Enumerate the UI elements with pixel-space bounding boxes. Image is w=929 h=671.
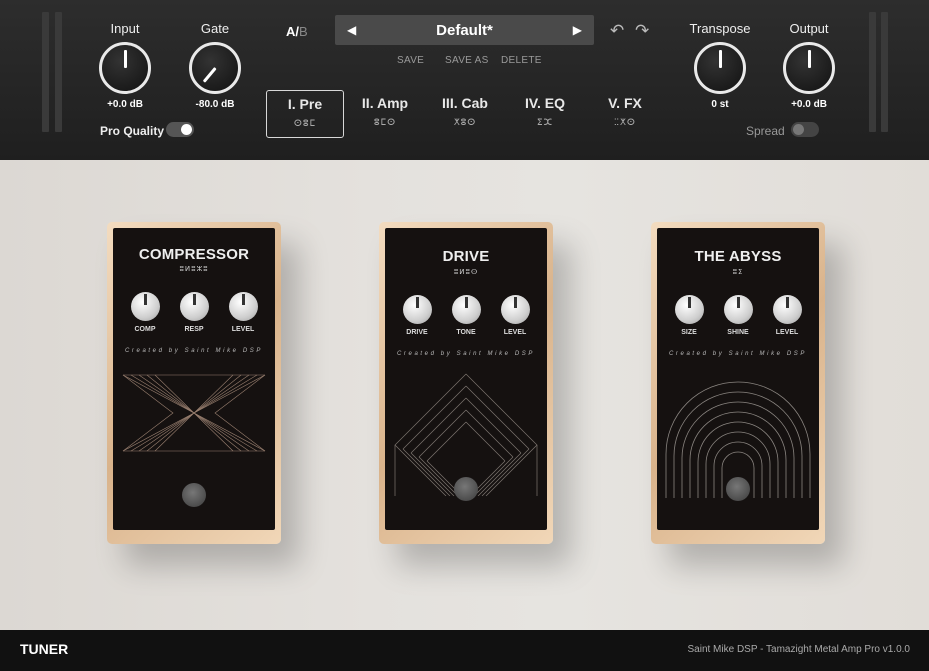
size-knob[interactable]: SIZE [669,295,709,336]
toggle-knob-icon [181,124,192,135]
knob-label: TONE [456,329,476,336]
tab-fx-sub: ⵆⵅⵙ [614,117,636,127]
knob-label: LEVEL [231,326,255,333]
pedal-credit: Created by Saint Mike DSP [668,351,808,357]
spread-label: Spread [746,124,785,138]
undo-icon[interactable]: ↶ [610,21,624,41]
pro-quality-label: Pro Quality [100,124,165,138]
input-control: Input +0.0 dB [80,21,170,110]
pedal-face: DRIVE ⵓⵍⵓⵙ DRIVE TONE LEVEL Created by S… [385,228,547,530]
tab-fx-label: V. FX [608,95,642,111]
tab-eq-sub: ⵉⵋ [536,117,554,127]
pro-quality-toggle[interactable] [166,122,194,137]
knob-label: COMP [134,326,156,333]
tone-knob[interactable]: TONE [446,295,486,336]
transpose-label: Transpose [689,21,751,36]
pedal-subtitle: ⵓⵉ [732,269,744,276]
footswitch[interactable] [454,477,478,501]
pedal-face: THE ABYSS ⵓⵉ SIZE SHINE LEVEL Created by… [657,228,819,530]
header-panel: Input +0.0 dB Gate -80.0 dB Transpose 0 … [0,0,929,160]
compressor-art [122,374,266,452]
output-meter-left [869,12,876,132]
ab-switch[interactable]: A/B [286,24,308,39]
preset-name[interactable]: Default* [436,22,493,39]
tab-cab[interactable]: III. Cab ⵅⵓⵙ [426,90,504,138]
tab-amp-label: II. Amp [361,95,409,111]
input-value: +0.0 dB [107,99,143,110]
preset-next-icon[interactable]: ▶ [573,23,582,37]
drive-knob[interactable]: DRIVE [397,295,437,336]
transpose-control: Transpose 0 st [675,21,765,110]
redo-icon[interactable]: ↷ [635,21,649,41]
gate-value: -80.0 dB [195,99,235,110]
preset-prev-icon[interactable]: ◀ [347,23,356,37]
ab-b[interactable]: B [299,24,308,39]
output-label: Output [789,21,829,36]
transpose-value: 0 st [711,99,729,110]
level-knob[interactable]: LEVEL [767,295,807,336]
comp-knob[interactable]: COMP [125,292,165,333]
input-meter-right [55,12,62,132]
tab-eq-label: IV. EQ [525,95,565,111]
gate-control: Gate -80.0 dB [170,21,260,110]
transpose-knob[interactable] [694,42,746,94]
gate-label: Gate [200,21,230,36]
gate-knob[interactable] [189,42,241,94]
input-meter-left [42,12,49,132]
tab-amp[interactable]: II. Amp ⵓⵎⵙ [346,90,424,138]
output-value: +0.0 dB [791,99,827,110]
spread-toggle[interactable] [791,122,819,137]
tab-amp-sub: ⵓⵎⵙ [373,117,397,127]
footswitch[interactable] [182,483,206,507]
pedal-title: THE ABYSS [694,248,782,265]
level-knob[interactable]: LEVEL [495,295,535,336]
pedal-subtitle: ⵓⵍⵓⵣⵓ [179,266,209,273]
tab-pre-label: I. Pre [287,96,323,112]
pedal-credit: Created by Saint Mike DSP [396,351,536,357]
save-button[interactable]: SAVE [397,55,424,66]
version-text: Saint Mike DSP - Tamazight Metal Amp Pro… [687,644,910,655]
footer-bar: TUNER Saint Mike DSP - Tamazight Metal A… [0,630,929,671]
pedal-face: COMPRESSOR ⵓⵍⵓⵣⵓ COMP RESP LEVEL Created… [113,228,275,530]
level-knob[interactable]: LEVEL [223,292,263,333]
pedal-drive: DRIVE ⵓⵍⵓⵙ DRIVE TONE LEVEL Created by S… [379,222,553,544]
tab-pre-sub: ⵙⵓⵎ [293,118,317,128]
output-knob[interactable] [783,42,835,94]
knob-label: DRIVE [406,329,428,336]
knob-label: SHINE [727,329,749,336]
tab-cab-label: III. Cab [442,95,488,111]
toggle-knob-icon [793,124,804,135]
tab-fx[interactable]: V. FX ⵆⵅⵙ [586,90,664,138]
input-knob[interactable] [99,42,151,94]
ab-a[interactable]: A [286,24,295,39]
tab-eq[interactable]: IV. EQ ⵉⵋ [506,90,584,138]
pedal-subtitle: ⵓⵍⵓⵙ [453,269,479,276]
tab-pre[interactable]: I. Pre ⵙⵓⵎ [266,90,344,138]
knob-label: RESP [184,326,204,333]
output-control: Output +0.0 dB [764,21,854,110]
knob-label: LEVEL [775,329,799,336]
shine-knob[interactable]: SHINE [718,295,758,336]
footswitch[interactable] [726,477,750,501]
pedal-compressor: COMPRESSOR ⵓⵍⵓⵣⵓ COMP RESP LEVEL Created… [107,222,281,544]
tab-cab-sub: ⵅⵓⵙ [453,117,477,127]
pedal-title: DRIVE [442,248,490,265]
knob-label: LEVEL [503,329,527,336]
knob-label: SIZE [681,329,697,336]
preset-selector: ◀ Default* ▶ [335,15,594,45]
save-as-button[interactable]: SAVE AS [445,55,489,66]
delete-button[interactable]: DELETE [501,55,542,66]
input-label: Input [110,21,140,36]
output-meter-right [881,12,888,132]
pedalboard: COMPRESSOR ⵓⵍⵓⵣⵓ COMP RESP LEVEL Created… [0,160,929,630]
tuner-button[interactable]: TUNER [20,641,68,657]
pedal-the-abyss: THE ABYSS ⵓⵉ SIZE SHINE LEVEL Created by… [651,222,825,544]
resp-knob[interactable]: RESP [174,292,214,333]
pedal-title: COMPRESSOR [138,246,250,263]
pedal-credit: Created by Saint Mike DSP [124,348,264,354]
